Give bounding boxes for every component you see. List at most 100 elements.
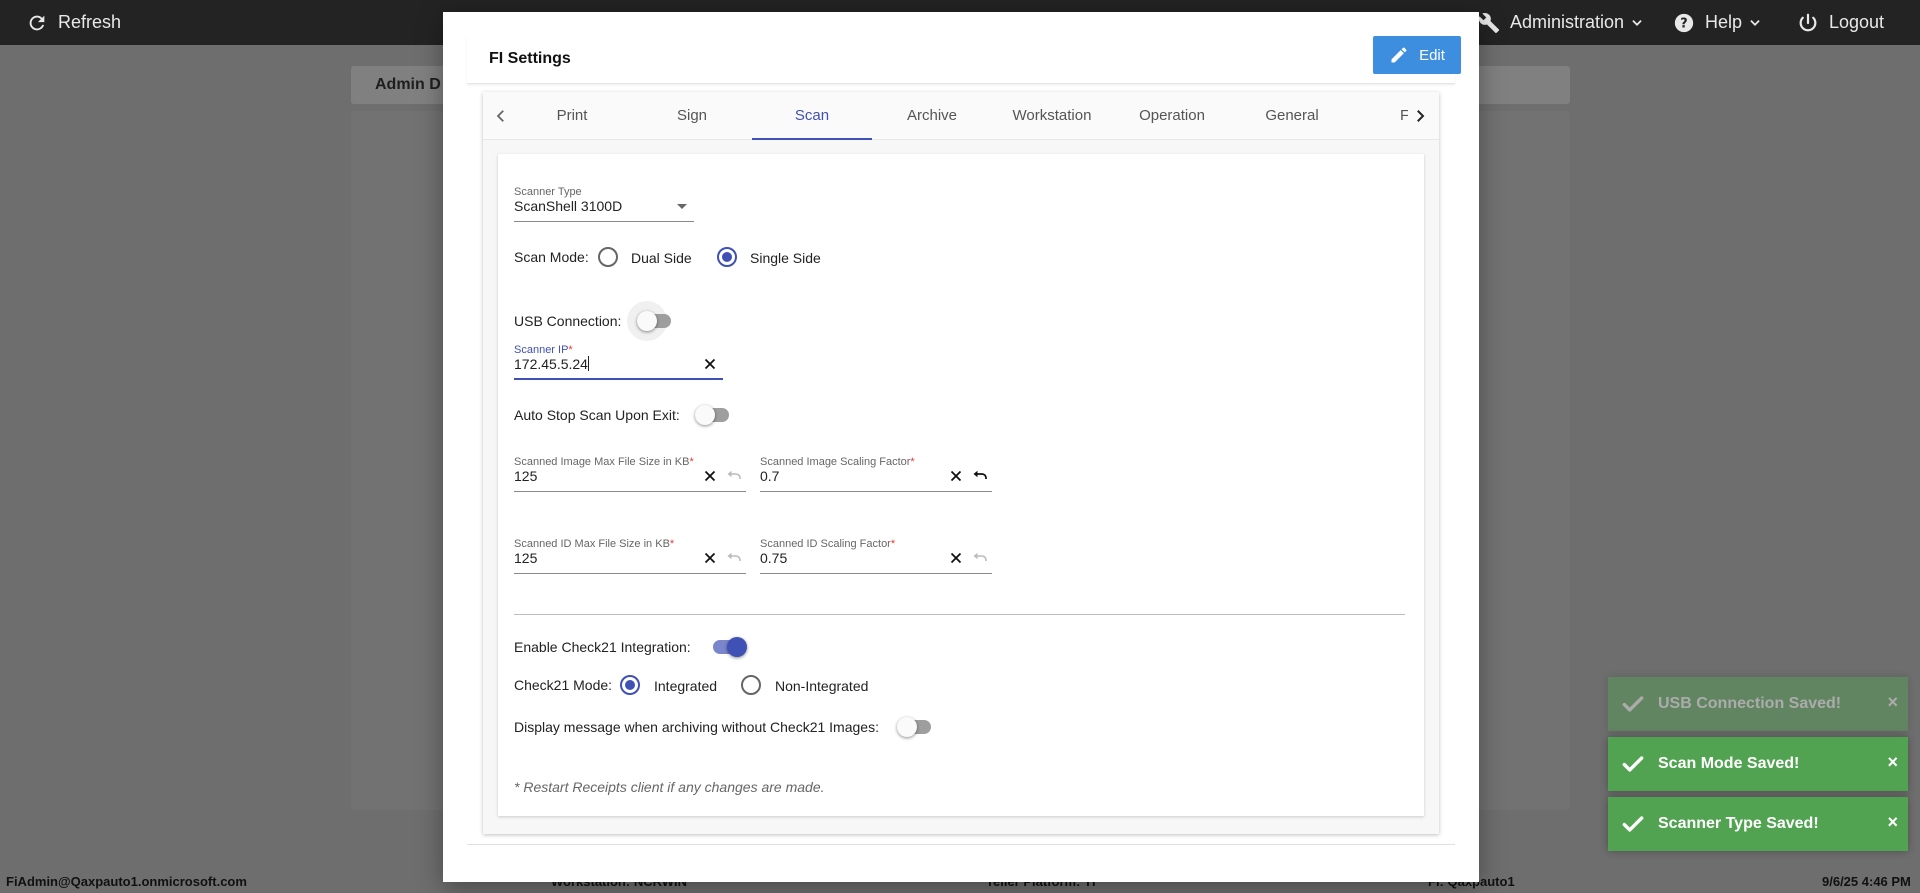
clear-icon[interactable] <box>702 356 718 372</box>
id-max-size-value[interactable]: 125 <box>514 550 537 566</box>
tab-workstation[interactable]: Workstation <box>992 92 1112 140</box>
check21-enable-toggle[interactable] <box>711 637 747 657</box>
check21-integrated-label[interactable]: Integrated <box>654 678 717 694</box>
power-icon <box>1799 13 1817 31</box>
dropdown-arrow-icon <box>674 198 690 214</box>
toast-message: USB Connection Saved! <box>1658 695 1842 712</box>
check21-integrated-radio[interactable] <box>620 675 640 695</box>
tab-partial[interactable]: F <box>1352 92 1412 140</box>
toast-scanner-type-saved: Scanner Type Saved! × <box>1608 797 1908 851</box>
clear-icon[interactable] <box>702 550 718 566</box>
admin-dashboard-title: Admin D <box>375 76 441 93</box>
section-divider <box>514 614 1405 615</box>
check21-non-integrated-radio[interactable] <box>741 675 761 695</box>
scan-mode-dual-radio[interactable] <box>598 247 618 267</box>
undo-icon[interactable] <box>972 468 988 484</box>
scanner-ip-label: Scanner IP* <box>514 344 573 356</box>
scan-mode-label: Scan Mode: <box>514 249 589 265</box>
clear-icon[interactable] <box>948 468 964 484</box>
edit-label: Edit <box>1419 46 1445 64</box>
toast-close-button[interactable]: × <box>1887 753 1898 771</box>
wrench-icon <box>1478 12 1500 33</box>
svg-text:?: ? <box>1680 16 1687 31</box>
tab-sign[interactable]: Sign <box>632 92 752 140</box>
image-max-size-field[interactable]: Scanned Image Max File Size in KB* 125 <box>514 456 746 492</box>
settings-card: Print Sign Scan Archive Workstation Oper… <box>483 92 1439 834</box>
chevron-down-icon <box>1750 19 1760 26</box>
restart-note: * Restart Receipts client if any changes… <box>514 779 825 795</box>
toggle-thumb <box>727 637 747 657</box>
logout-button[interactable]: Logout <box>1797 0 1884 45</box>
id-scaling-label-text: Scanned ID Scaling Factor <box>760 538 891 550</box>
toast-message: Scanner Type Saved! <box>1658 815 1819 832</box>
help-label: Help <box>1705 12 1743 32</box>
required-marker: * <box>568 344 573 356</box>
toast-close-button[interactable]: × <box>1887 813 1898 831</box>
image-scaling-value[interactable]: 0.7 <box>760 468 779 484</box>
tab-general[interactable]: General <box>1232 92 1352 140</box>
id-max-size-label-text: Scanned ID Max File Size in KB <box>514 538 670 550</box>
image-scaling-label-text: Scanned Image Scaling Factor <box>760 456 911 468</box>
scan-mode-single-label[interactable]: Single Side <box>750 250 821 266</box>
toast-usb-connection-saved: USB Connection Saved! × <box>1608 677 1908 731</box>
usb-connection-toggle[interactable] <box>627 301 673 341</box>
required-marker: * <box>890 538 896 550</box>
required-marker: * <box>669 538 675 550</box>
image-max-size-value[interactable]: 125 <box>514 468 537 484</box>
scanner-ip-underline <box>514 378 723 380</box>
clear-icon[interactable] <box>702 468 718 484</box>
chevron-right-icon <box>1417 110 1425 122</box>
image-scaling-field[interactable]: Scanned Image Scaling Factor* 0.7 <box>760 456 992 492</box>
check21-mode-label: Check21 Mode: <box>514 677 613 693</box>
tab-print[interactable]: Print <box>512 92 632 140</box>
id-max-size-underline <box>514 573 746 574</box>
text-caret <box>588 356 589 371</box>
scan-settings-panel: Scanner Type ScanShell 3100D Scan Mode: … <box>498 154 1424 816</box>
toast-scan-mode-saved: Scan Mode Saved! × <box>1608 737 1908 791</box>
status-datetime: 9/6/25 4:46 PM <box>1822 874 1911 889</box>
undo-icon <box>726 550 742 566</box>
required-marker: * <box>689 456 694 468</box>
scanner-ip-field[interactable]: Scanner IP* 172.45.5.24 <box>514 344 723 380</box>
scan-mode-single-radio[interactable] <box>717 247 737 267</box>
edit-button[interactable]: Edit <box>1373 36 1461 74</box>
undo-icon <box>726 468 742 484</box>
image-scaling-underline <box>760 491 992 492</box>
administration-menu[interactable]: Administration <box>1478 0 1644 45</box>
scanner-type-select[interactable]: Scanner Type ScanShell 3100D <box>514 186 694 222</box>
tab-archive[interactable]: Archive <box>872 92 992 140</box>
fi-settings-dialog: FI Settings Edit Print Sign Scan Archive… <box>443 12 1479 882</box>
image-scaling-label: Scanned Image Scaling Factor* <box>760 456 915 468</box>
refresh-icon <box>29 15 45 30</box>
id-scaling-value[interactable]: 0.75 <box>760 550 787 566</box>
scanner-ip-value[interactable]: 172.45.5.24 <box>514 356 588 372</box>
check-icon <box>1622 756 1644 772</box>
auto-stop-label: Auto Stop Scan Upon Exit: <box>514 407 680 423</box>
scan-mode-dual-label[interactable]: Dual Side <box>631 250 692 266</box>
refresh-label: Refresh <box>58 12 122 32</box>
id-scaling-underline <box>760 573 992 574</box>
auto-stop-toggle[interactable] <box>695 405 731 425</box>
check21-non-integrated-label[interactable]: Non-Integrated <box>775 678 868 694</box>
toast-message: Scan Mode Saved! <box>1658 755 1800 772</box>
scanner-ip-label-text: Scanner IP <box>514 344 569 356</box>
chevron-down-icon <box>1632 19 1642 26</box>
tab-operation[interactable]: Operation <box>1112 92 1232 140</box>
id-scaling-field[interactable]: Scanned ID Scaling Factor* 0.75 <box>760 538 992 574</box>
refresh-button[interactable]: Refresh <box>26 0 121 45</box>
scanner-type-underline <box>514 221 694 222</box>
tabs-scroll-left-button[interactable] <box>489 104 513 128</box>
help-icon: ? <box>1674 13 1694 32</box>
tabs-scroll-right-button[interactable] <box>1408 104 1432 128</box>
logout-label: Logout <box>1829 12 1885 32</box>
check-icon <box>1622 816 1644 832</box>
id-max-size-label: Scanned ID Max File Size in KB* <box>514 538 674 550</box>
toggle-thumb <box>637 311 657 331</box>
tab-scan[interactable]: Scan <box>752 92 872 140</box>
toast-close-button[interactable]: × <box>1887 693 1898 711</box>
check-icon <box>1622 696 1644 712</box>
id-max-size-field[interactable]: Scanned ID Max File Size in KB* 125 <box>514 538 746 574</box>
display-message-toggle[interactable] <box>897 717 933 737</box>
help-menu[interactable]: ? Help <box>1673 0 1762 45</box>
clear-icon[interactable] <box>948 550 964 566</box>
